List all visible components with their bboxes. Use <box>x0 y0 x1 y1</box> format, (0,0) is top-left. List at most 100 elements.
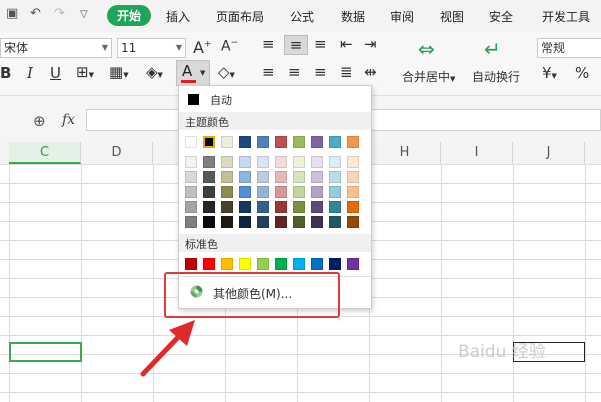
auto-color-label[interactable]: 自动 <box>210 92 232 108</box>
merge-center-icon[interactable]: ⇔ <box>418 37 435 61</box>
theme-color-swatch[interactable] <box>257 171 269 183</box>
tab-insert[interactable]: 插入 <box>166 8 190 25</box>
theme-color-swatch[interactable] <box>275 156 287 168</box>
theme-color-swatch[interactable] <box>347 171 359 183</box>
theme-color-swatch[interactable] <box>185 186 197 198</box>
theme-color-swatch[interactable] <box>203 156 215 168</box>
theme-color-swatch[interactable] <box>185 156 197 168</box>
eraser-icon[interactable]: ◇▼ <box>218 63 235 81</box>
theme-color-swatch[interactable] <box>329 186 341 198</box>
theme-color-swatch[interactable] <box>329 216 341 228</box>
cell-style-icon[interactable]: ▦▼ <box>109 63 129 81</box>
theme-color-swatch[interactable] <box>221 186 233 198</box>
theme-color-swatch[interactable] <box>311 156 323 168</box>
wrap-text-icon[interactable]: ↵ <box>484 37 501 61</box>
column-header-i[interactable]: I <box>441 142 513 164</box>
font-size-select[interactable]: 11 ▼ <box>117 38 186 58</box>
column-header-h[interactable]: H <box>369 142 441 164</box>
theme-color-swatch[interactable] <box>311 186 323 198</box>
theme-color-swatch[interactable] <box>311 216 323 228</box>
save-icon[interactable]: ▣ <box>6 6 18 21</box>
indent-decrease-icon[interactable]: ⇤ <box>340 35 353 53</box>
align-bottom-icon[interactable]: ≡ <box>314 35 327 53</box>
tab-home[interactable]: 开始 <box>107 5 152 26</box>
tab-review[interactable]: 审阅 <box>390 8 414 25</box>
merge-center-label[interactable]: 合并居中▼ <box>402 68 455 85</box>
fill-color-icon[interactable]: ◈▼ <box>146 63 163 81</box>
theme-color-swatch[interactable] <box>185 136 197 148</box>
theme-color-swatch[interactable] <box>293 156 305 168</box>
tab-formulas[interactable]: 公式 <box>290 8 314 25</box>
theme-color-swatch[interactable] <box>239 171 251 183</box>
theme-color-swatch[interactable] <box>275 201 287 213</box>
zoom-search-icon[interactable]: ⊕ <box>33 112 46 130</box>
theme-color-swatch[interactable] <box>203 186 215 198</box>
theme-color-swatch[interactable] <box>293 186 305 198</box>
standard-color-swatch[interactable] <box>347 258 359 270</box>
font-color-button[interactable]: A ▼ <box>176 60 210 86</box>
indent-increase-icon[interactable]: ⇥ <box>364 35 377 53</box>
theme-color-swatch[interactable] <box>275 171 287 183</box>
distributed-icon[interactable]: ⇹ <box>364 63 377 81</box>
theme-color-swatch[interactable] <box>329 201 341 213</box>
tab-data[interactable]: 数据 <box>341 8 365 25</box>
standard-color-swatch[interactable] <box>239 258 251 270</box>
theme-color-swatch[interactable] <box>293 136 305 148</box>
align-left-icon[interactable]: ≡ <box>262 63 275 81</box>
theme-color-swatch[interactable] <box>239 136 251 148</box>
theme-color-swatch[interactable] <box>293 216 305 228</box>
theme-color-swatch[interactable] <box>257 216 269 228</box>
theme-color-swatch[interactable] <box>347 201 359 213</box>
theme-color-swatch[interactable] <box>329 156 341 168</box>
number-format-select[interactable]: 常规 <box>537 38 601 58</box>
customize-toolbar-icon[interactable]: ▽ <box>80 9 88 20</box>
theme-color-swatch[interactable] <box>275 216 287 228</box>
standard-color-swatch[interactable] <box>203 258 215 270</box>
column-header-j[interactable]: J <box>513 142 585 164</box>
decrease-font-icon[interactable]: A− <box>221 38 238 55</box>
bold-icon[interactable]: B <box>0 64 11 82</box>
standard-color-swatch[interactable] <box>185 258 197 270</box>
tab-developer[interactable]: 开发工具 <box>542 8 590 25</box>
standard-color-swatch[interactable] <box>293 258 305 270</box>
theme-color-swatch[interactable] <box>221 136 233 148</box>
standard-color-swatch[interactable] <box>311 258 323 270</box>
wrap-text-label[interactable]: 自动换行 <box>472 68 520 85</box>
theme-color-swatch[interactable] <box>203 216 215 228</box>
theme-color-swatch[interactable] <box>239 216 251 228</box>
theme-color-swatch[interactable] <box>347 216 359 228</box>
tab-page-layout[interactable]: 页面布局 <box>216 8 264 25</box>
standard-color-swatch[interactable] <box>329 258 341 270</box>
align-middle-icon[interactable]: ≡ <box>284 35 308 55</box>
redo-icon[interactable]: ↷ <box>54 6 65 21</box>
theme-color-swatch[interactable] <box>275 186 287 198</box>
auto-color-swatch[interactable] <box>188 94 199 105</box>
theme-color-swatch[interactable] <box>203 171 215 183</box>
column-header-c[interactable]: C <box>9 142 81 164</box>
tab-view[interactable]: 视图 <box>440 8 464 25</box>
selected-cell[interactable] <box>9 342 82 362</box>
theme-color-swatch[interactable] <box>329 136 341 148</box>
theme-color-swatch[interactable] <box>221 171 233 183</box>
theme-color-swatch[interactable] <box>239 156 251 168</box>
theme-color-swatch[interactable] <box>329 171 341 183</box>
underline-icon[interactable]: U <box>50 64 61 82</box>
theme-color-swatch[interactable] <box>203 201 215 213</box>
theme-color-swatch[interactable] <box>311 171 323 183</box>
align-top-icon[interactable]: ≡ <box>262 35 275 53</box>
theme-color-swatch[interactable] <box>185 171 197 183</box>
font-name-select[interactable]: 宋体 ▼ <box>0 38 112 58</box>
theme-color-swatch[interactable] <box>221 201 233 213</box>
theme-color-swatch[interactable] <box>293 171 305 183</box>
justify-icon[interactable]: ≣ <box>340 63 353 81</box>
theme-color-swatch[interactable] <box>311 136 323 148</box>
align-right-icon[interactable]: ≡ <box>314 63 327 81</box>
theme-color-swatch[interactable] <box>185 216 197 228</box>
theme-color-swatch[interactable] <box>347 136 359 148</box>
standard-color-swatch[interactable] <box>257 258 269 270</box>
currency-icon[interactable]: ¥▼ <box>542 64 557 82</box>
theme-color-swatch[interactable] <box>293 201 305 213</box>
align-center-icon[interactable]: ≡ <box>288 63 301 81</box>
tab-security[interactable]: 安全 <box>489 8 513 25</box>
theme-color-swatch[interactable] <box>221 156 233 168</box>
